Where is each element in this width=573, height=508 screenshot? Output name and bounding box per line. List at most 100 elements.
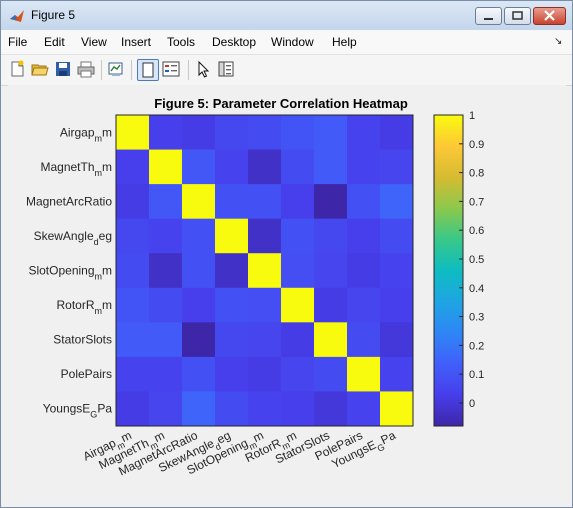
heatmap-cell xyxy=(248,115,282,150)
close-icon xyxy=(544,10,555,21)
heatmap-cell xyxy=(149,253,183,289)
heatmap-cell xyxy=(314,115,348,150)
heatmap-cell xyxy=(380,322,414,358)
heatmap-chart[interactable]: Figure 5: Parameter Correlation Heatmap … xyxy=(8,85,566,502)
edit-plot-button[interactable] xyxy=(193,59,215,81)
heatmap-cell xyxy=(182,115,216,150)
heatmap-cell xyxy=(149,115,183,150)
heatmap-cell xyxy=(248,356,282,392)
heatmap-cell xyxy=(347,253,381,289)
menu-window[interactable]: Window xyxy=(271,35,314,49)
heatmap-cell xyxy=(149,149,183,185)
heatmap-cell xyxy=(116,391,150,427)
heatmap-cell xyxy=(380,149,414,185)
heatmap-cell xyxy=(314,149,348,185)
maximize-button[interactable] xyxy=(504,7,531,25)
save-button[interactable] xyxy=(53,59,75,81)
menu-view[interactable]: View xyxy=(81,35,107,49)
heatmap-cell xyxy=(248,253,282,289)
heatmap-cell xyxy=(149,391,183,427)
y-tick-label: SlotOpeningmm xyxy=(28,264,112,282)
heatmap-cell xyxy=(182,218,216,254)
heatmap-cell xyxy=(281,149,315,185)
toggle-figure-icon xyxy=(142,62,154,78)
y-tick-label: SkewAngledeg xyxy=(34,229,112,247)
heatmap-cell xyxy=(281,184,315,220)
heatmap-cell xyxy=(380,356,414,392)
menu-tools[interactable]: Tools xyxy=(167,35,195,49)
heatmap-cell xyxy=(116,253,150,289)
y-tick-label: MagnetThmm xyxy=(40,160,112,178)
y-tick-label: MagnetArcRatio xyxy=(26,194,112,208)
heatmap-cell xyxy=(314,218,348,254)
heatmap-cell xyxy=(281,356,315,392)
heatmap-cell xyxy=(380,287,414,323)
heatmap-cell xyxy=(182,184,216,220)
heatmap-cell xyxy=(182,391,216,427)
menu-bar: File Edit View Insert Tools Desktop Wind… xyxy=(1,30,572,54)
heatmap-cell xyxy=(215,149,249,185)
heatmap-cell xyxy=(116,115,150,150)
y-tick-label: YoungsEGPa xyxy=(43,402,113,420)
new-figure-button[interactable] xyxy=(7,59,29,81)
toolbar-separator xyxy=(131,60,132,80)
heatmap-cell xyxy=(380,115,414,150)
heatmap-cell xyxy=(182,149,216,185)
toolbar-separator xyxy=(188,60,189,80)
insert-legend-button[interactable] xyxy=(161,59,183,81)
menu-help[interactable]: Help xyxy=(332,35,357,49)
menu-file[interactable]: File xyxy=(8,35,27,49)
link-plot-icon xyxy=(108,62,123,76)
heatmap-cell xyxy=(314,356,348,392)
dock-arrow-icon[interactable]: ↘ xyxy=(554,36,562,47)
heatmap-cell xyxy=(182,253,216,289)
heatmap-cell xyxy=(149,218,183,254)
property-inspector-icon xyxy=(218,61,234,77)
heatmap-cell xyxy=(281,115,315,150)
save-icon xyxy=(56,62,70,76)
link-plot-button[interactable] xyxy=(106,59,128,81)
heatmap-cell xyxy=(281,253,315,289)
heatmap-cell xyxy=(215,184,249,220)
title-bar[interactable]: Figure 5 xyxy=(1,1,572,30)
menu-insert[interactable]: Insert xyxy=(121,35,151,49)
heatmap-cell xyxy=(314,184,348,220)
figure-toolbar xyxy=(1,54,572,86)
toolbar-separator xyxy=(101,60,102,80)
open-button[interactable] xyxy=(30,59,52,81)
heatmap-cell xyxy=(182,356,216,392)
heatmap-cell xyxy=(347,356,381,392)
open-icon xyxy=(31,64,49,76)
minimize-button[interactable] xyxy=(475,7,502,25)
property-inspector-button[interactable] xyxy=(216,59,238,81)
close-button[interactable] xyxy=(533,7,566,25)
colorbar-tick-label: 0.8 xyxy=(469,168,484,180)
heatmap-cell xyxy=(380,391,414,427)
heatmap-cell xyxy=(347,115,381,150)
heatmap-cell xyxy=(116,322,150,358)
heatmap-cell xyxy=(149,356,183,392)
menu-desktop[interactable]: Desktop xyxy=(212,35,256,49)
heatmap-cell xyxy=(116,184,150,220)
toggle-figure-button[interactable] xyxy=(137,59,159,81)
menu-edit[interactable]: Edit xyxy=(44,35,65,49)
matlab-icon xyxy=(10,10,24,22)
heatmap-cell xyxy=(380,218,414,254)
print-button[interactable] xyxy=(76,59,98,81)
heatmap-cell xyxy=(248,322,282,358)
colorbar-tick-label: 0.3 xyxy=(469,312,484,324)
heatmap-cell xyxy=(248,287,282,323)
heatmap-cell xyxy=(347,218,381,254)
heatmap-cell xyxy=(116,149,150,185)
colorbar-tick-label: 0.9 xyxy=(469,139,484,151)
heatmap-cell xyxy=(314,253,348,289)
heatmap-cell xyxy=(347,391,381,427)
heatmap-cell xyxy=(248,218,282,254)
colorbar-tick-label: 0.5 xyxy=(469,254,484,266)
colorbar-tick-label: 0.4 xyxy=(469,283,484,295)
new-figure-icon xyxy=(11,60,24,77)
colorbar-tick-label: 0.6 xyxy=(469,225,484,237)
heatmap-cell xyxy=(215,287,249,323)
heatmap-cell xyxy=(116,218,150,254)
y-tick-label: PolePairs xyxy=(61,367,112,381)
